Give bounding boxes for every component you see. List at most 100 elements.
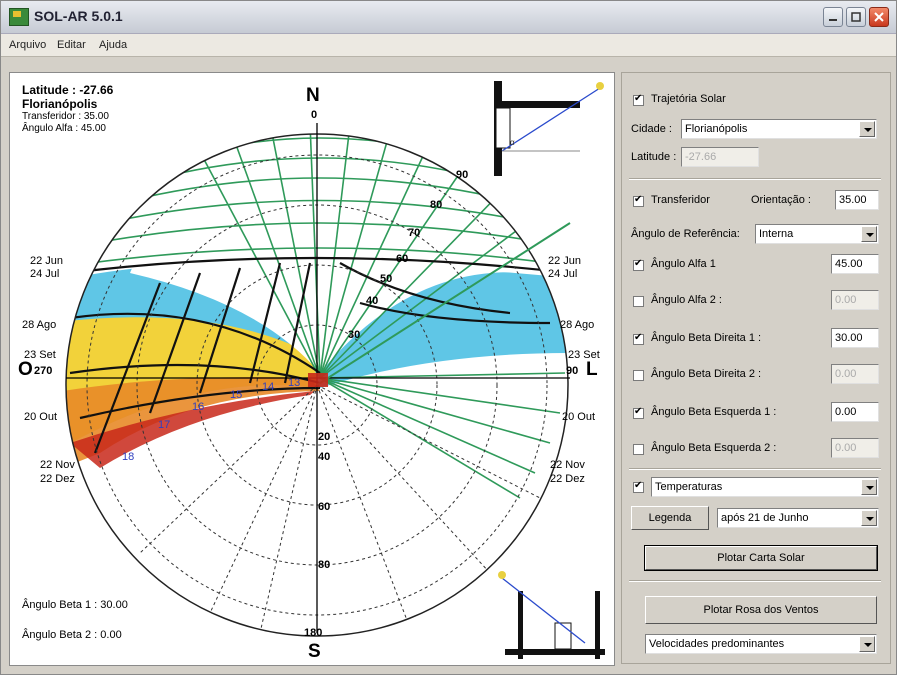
transferidor-label: Transferidor xyxy=(651,194,710,206)
ref-select[interactable]: Interna xyxy=(755,224,879,244)
alfa1-checkbox[interactable] xyxy=(633,258,644,271)
date-right: 28 Ago xyxy=(560,319,595,331)
transferidor-label: Transferidor : 35.00 xyxy=(22,111,109,122)
beta-e1-checkbox[interactable] xyxy=(633,406,644,419)
cidade-value: Florianópolis xyxy=(685,123,748,135)
beta-e1-label: Ângulo Beta Esquerda 1 : xyxy=(651,406,777,418)
date-left: 20 Out xyxy=(24,411,58,423)
minimize-icon xyxy=(829,19,837,21)
beta1-label: Ângulo Beta 1 : 30.00 xyxy=(22,599,128,611)
velocidades-value: Velocidades predominantes xyxy=(649,638,785,650)
temperaturas-checkbox[interactable] xyxy=(633,480,644,493)
latitude-label: Latitude : -27.66 xyxy=(22,83,114,97)
section-inset-top: α xyxy=(494,81,604,176)
arc-label: 40 xyxy=(366,295,379,307)
chevron-down-icon[interactable] xyxy=(859,121,875,137)
transferidor-checkbox[interactable] xyxy=(633,194,644,207)
date-left: 28 Ago xyxy=(22,319,57,331)
solar-chart-canvas[interactable]: α Latitude : -27.66 Florianópolis Transf… xyxy=(9,72,615,666)
menu-ajuda[interactable]: Ajuda xyxy=(99,39,127,51)
beta-e2-label: Ângulo Beta Esquerda 2 : xyxy=(651,442,777,454)
beta-d2-field[interactable]: 0.00 xyxy=(831,364,879,384)
alfa1-label: Ângulo Alfa 1 xyxy=(651,258,716,270)
alfa1-field[interactable]: 45.00 xyxy=(831,254,879,274)
control-panel: Trajetória Solar Cidade : Florianópolis … xyxy=(621,72,891,664)
trajetoria-label: Trajetória Solar xyxy=(651,93,726,105)
arc-label: 50 xyxy=(380,273,393,285)
sun-icon-bottom xyxy=(498,571,506,579)
compass-east: L xyxy=(586,359,598,380)
compass-west: O xyxy=(18,359,33,380)
date-right: 24 Jul xyxy=(548,268,578,280)
hour-label: 15 xyxy=(230,389,243,401)
beta-e2-field[interactable]: 0.00 xyxy=(831,438,879,458)
alfa-label: Ângulo Alfa : 45.00 xyxy=(22,123,106,134)
altitude-label: 40 xyxy=(318,451,331,463)
colored-band xyxy=(66,134,568,473)
date-right: 22 Dez xyxy=(550,473,585,485)
alfa2-field[interactable]: 0.00 xyxy=(831,290,879,310)
plotar-carta-button[interactable]: Plotar Carta Solar xyxy=(644,545,878,571)
arc-label: 80 xyxy=(430,199,443,211)
date-right: 23 Set xyxy=(568,349,600,361)
center-marker xyxy=(308,373,328,387)
chevron-down-icon[interactable] xyxy=(861,226,877,242)
hour-label: 16 xyxy=(192,401,205,413)
latitude-label: Latitude : xyxy=(631,151,677,163)
alfa2-checkbox[interactable] xyxy=(633,296,644,307)
trajetoria-checkbox[interactable] xyxy=(633,93,644,106)
temperaturas-value: Temperaturas xyxy=(655,481,723,493)
window-title: SOL-AR 5.0.1 xyxy=(34,8,123,24)
app-window: SOL-AR 5.0.1 Arquivo Editar Ajuda α Lati… xyxy=(0,0,897,675)
cidade-select[interactable]: Florianópolis xyxy=(681,119,877,139)
beta-d1-checkbox[interactable] xyxy=(633,332,644,345)
altitude-label: 80 xyxy=(318,559,331,571)
west-degree: 270 xyxy=(34,365,53,377)
beta-d2-checkbox[interactable] xyxy=(633,370,644,381)
title-bar[interactable]: SOL-AR 5.0.1 xyxy=(1,1,896,34)
date-right: 22 Nov xyxy=(550,459,585,471)
date-left: 23 Set xyxy=(24,349,56,361)
altitude-label: 20 xyxy=(318,431,331,443)
minimize-button[interactable] xyxy=(823,7,843,27)
hour-label: 18 xyxy=(122,451,135,463)
plotar-rosa-button[interactable]: Plotar Rosa dos Ventos xyxy=(645,596,877,624)
close-icon xyxy=(874,12,884,22)
altitude-label: 60 xyxy=(318,501,331,513)
periodo-select[interactable]: após 21 de Junho xyxy=(717,508,879,528)
hour-label: 17 xyxy=(158,419,171,431)
compass-north: N xyxy=(306,85,320,106)
chevron-down-icon[interactable] xyxy=(859,636,875,652)
sun-icon xyxy=(596,82,604,90)
temperaturas-select[interactable]: Temperaturas xyxy=(651,477,879,497)
beta-d1-label: Ângulo Beta Direita 1 : xyxy=(651,332,762,344)
chevron-down-icon[interactable] xyxy=(861,510,877,526)
beta-d2-label: Ângulo Beta Direita 2 : xyxy=(651,368,762,380)
maximize-button[interactable] xyxy=(846,7,866,27)
velocidades-select[interactable]: Velocidades predominantes xyxy=(645,634,877,654)
date-left: 22 Nov xyxy=(40,459,75,471)
beta-e2-checkbox[interactable] xyxy=(633,444,644,455)
cidade-label: Cidade : xyxy=(631,123,672,135)
arc-label: 90 xyxy=(456,169,469,181)
latitude-field[interactable]: -27.66 xyxy=(681,147,759,167)
close-button[interactable] xyxy=(869,7,889,27)
svg-text:α: α xyxy=(510,138,515,147)
date-right: 20 Out xyxy=(562,411,596,423)
beta2-label: Ângulo Beta 2 : 0.00 xyxy=(22,629,122,641)
ref-value: Interna xyxy=(759,228,794,240)
menu-arquivo[interactable]: Arquivo xyxy=(9,39,46,51)
legenda-button[interactable]: Legenda xyxy=(631,506,709,530)
chevron-down-icon[interactable] xyxy=(861,479,877,495)
date-right: 22 Jun xyxy=(548,255,582,267)
menu-editar[interactable]: Editar xyxy=(57,39,86,51)
date-left: 24 Jul xyxy=(30,268,60,280)
south-degree: 180 xyxy=(304,627,323,639)
beta-d1-field[interactable]: 30.00 xyxy=(831,328,879,348)
orientacao-label: Orientação : xyxy=(751,194,811,206)
beta-e1-field[interactable]: 0.00 xyxy=(831,402,879,422)
solar-chart: α xyxy=(65,81,605,659)
section-inset-bottom xyxy=(498,571,605,659)
date-left: 22 Jun xyxy=(30,255,64,267)
orientacao-field[interactable]: 35.00 xyxy=(835,190,879,210)
